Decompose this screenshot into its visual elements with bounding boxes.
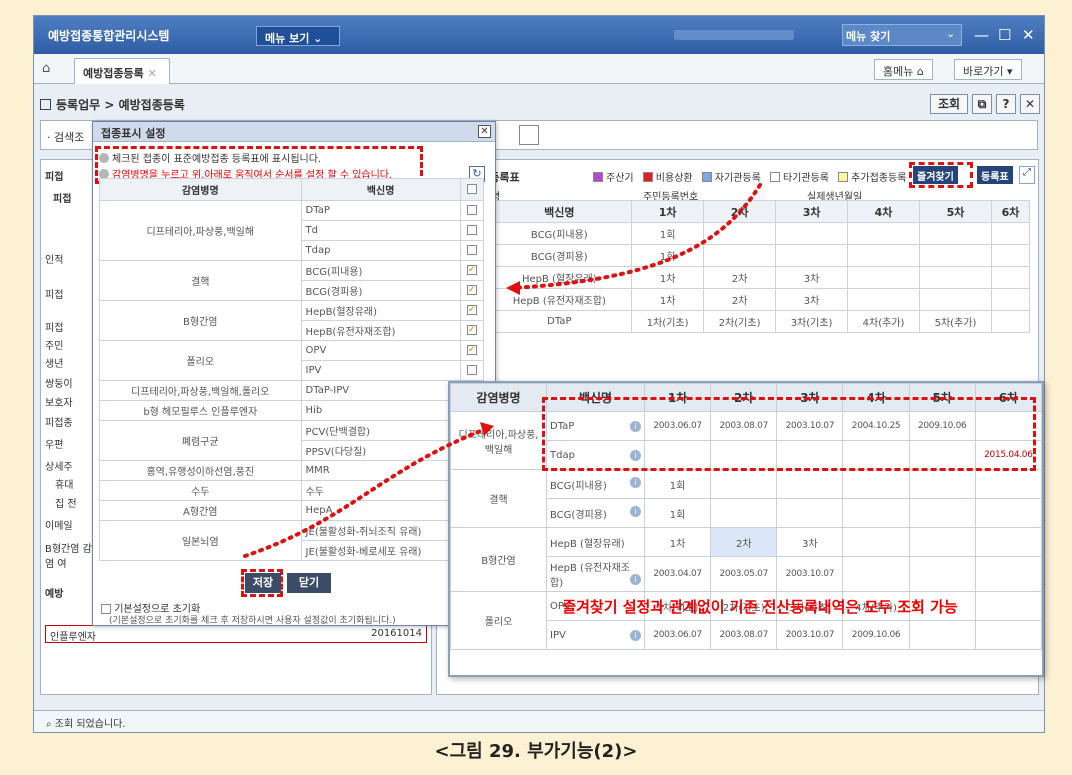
arrow-head-favorites (506, 281, 520, 295)
figure-caption: <그림 29. 부가기능(2)> (434, 741, 638, 762)
annotation-arrows (243, 183, 762, 558)
arrow-save (243, 426, 490, 558)
arrow-favorites (510, 183, 762, 290)
annotation-note: 즐겨찾기 설정과 관계없이 기존 전산등록내역은 모두 조회 가능 (562, 598, 958, 616)
arrow-head-save (480, 422, 494, 436)
